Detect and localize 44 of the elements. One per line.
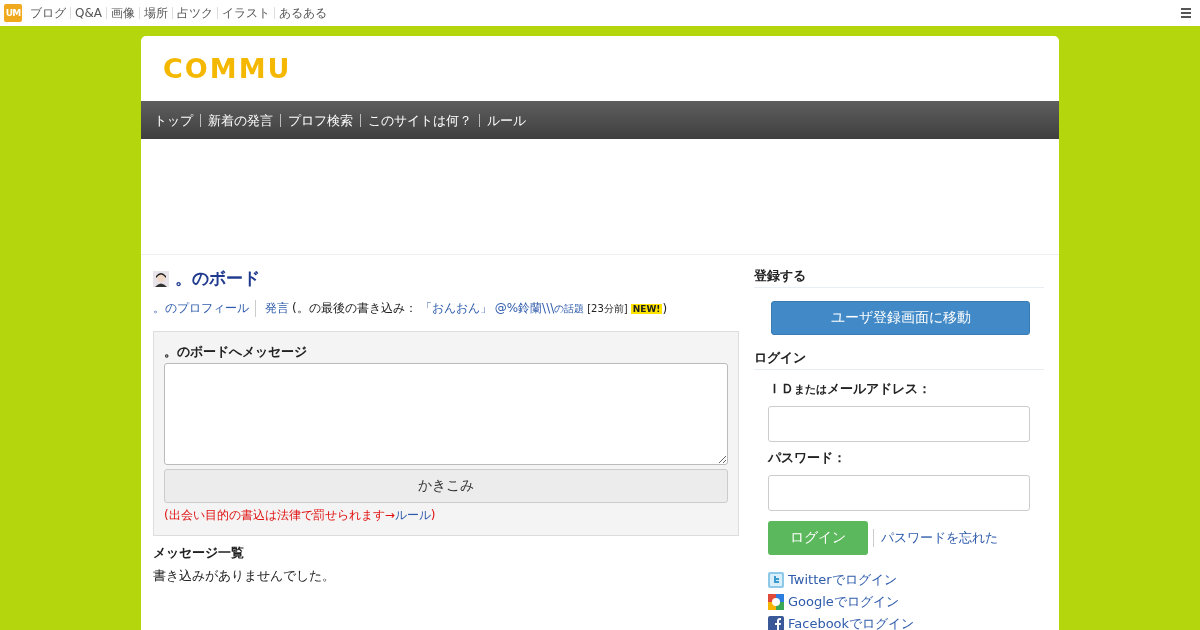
section-title: ログイン xyxy=(754,349,1044,370)
top-link[interactable]: Q&A xyxy=(70,7,106,19)
nav-link[interactable]: 新着の発言 xyxy=(201,113,281,127)
paren-text: ) xyxy=(662,301,668,316)
nav-link[interactable]: このサイトは何？ xyxy=(361,113,480,127)
register-button[interactable]: ユーザ登録画面に移動 xyxy=(771,301,1030,335)
id-field[interactable] xyxy=(768,406,1030,442)
section-title: 登録する xyxy=(754,267,1044,288)
google-icon[interactable] xyxy=(768,594,784,610)
field-label: ＩＤ またはメールアドレス： xyxy=(768,380,932,398)
avatar-icon xyxy=(153,270,169,287)
message-field[interactable] xyxy=(164,363,728,465)
social-login-link[interactable]: Googleでログイン xyxy=(788,593,899,611)
rule-link[interactable]: ルール xyxy=(394,508,431,522)
profile-link[interactable]: 。のプロフィール xyxy=(153,300,256,317)
section-title: メッセージ一覧 xyxy=(153,544,245,562)
form-label: 。のボードへメッセージ xyxy=(164,343,308,361)
top-link[interactable]: 場所 xyxy=(139,7,172,19)
last-post-link[interactable]: 「おんおん」 xyxy=(419,300,492,317)
password-field[interactable] xyxy=(768,475,1030,511)
social-login-link[interactable]: Twitterでログイン xyxy=(788,571,897,589)
twitter-icon[interactable] xyxy=(768,572,784,588)
field-label: パスワード： xyxy=(768,449,847,467)
top-link[interactable]: イラスト xyxy=(217,7,274,19)
top-link[interactable]: あるある xyxy=(274,7,331,19)
nav-link[interactable]: ルール xyxy=(480,113,533,127)
board-title: 。のボード xyxy=(175,267,260,290)
new-badge: NEW! xyxy=(630,303,663,314)
empty-text: 書き込みがありませんでした。 xyxy=(153,567,336,585)
top-link[interactable]: 占ツク xyxy=(172,7,217,19)
social-login-link[interactable]: Facebookでログイン xyxy=(788,615,915,630)
submit-button[interactable]: かきこみ xyxy=(164,469,728,503)
menu-icon[interactable] xyxy=(1181,8,1191,18)
posts-link[interactable]: 発言 xyxy=(265,300,289,317)
warning-text: (出会い目的の書込は法律で罰せられます→ルール) xyxy=(164,507,437,524)
facebook-icon[interactable] xyxy=(768,616,784,630)
forgot-password-link[interactable]: パスワードを忘れた xyxy=(873,529,998,547)
top-link[interactable]: 画像 xyxy=(106,7,139,19)
topic-link[interactable]: @%鈴蘭\\\の話題 xyxy=(494,300,585,317)
time-text: [23分前] xyxy=(587,301,628,316)
nav-link[interactable]: プロフ検索 xyxy=(281,113,361,127)
last-post-text: (。の最後の書き込み： xyxy=(292,300,417,317)
nav-link[interactable]: トップ xyxy=(147,113,201,127)
top-link[interactable]: ブログ xyxy=(26,7,70,19)
